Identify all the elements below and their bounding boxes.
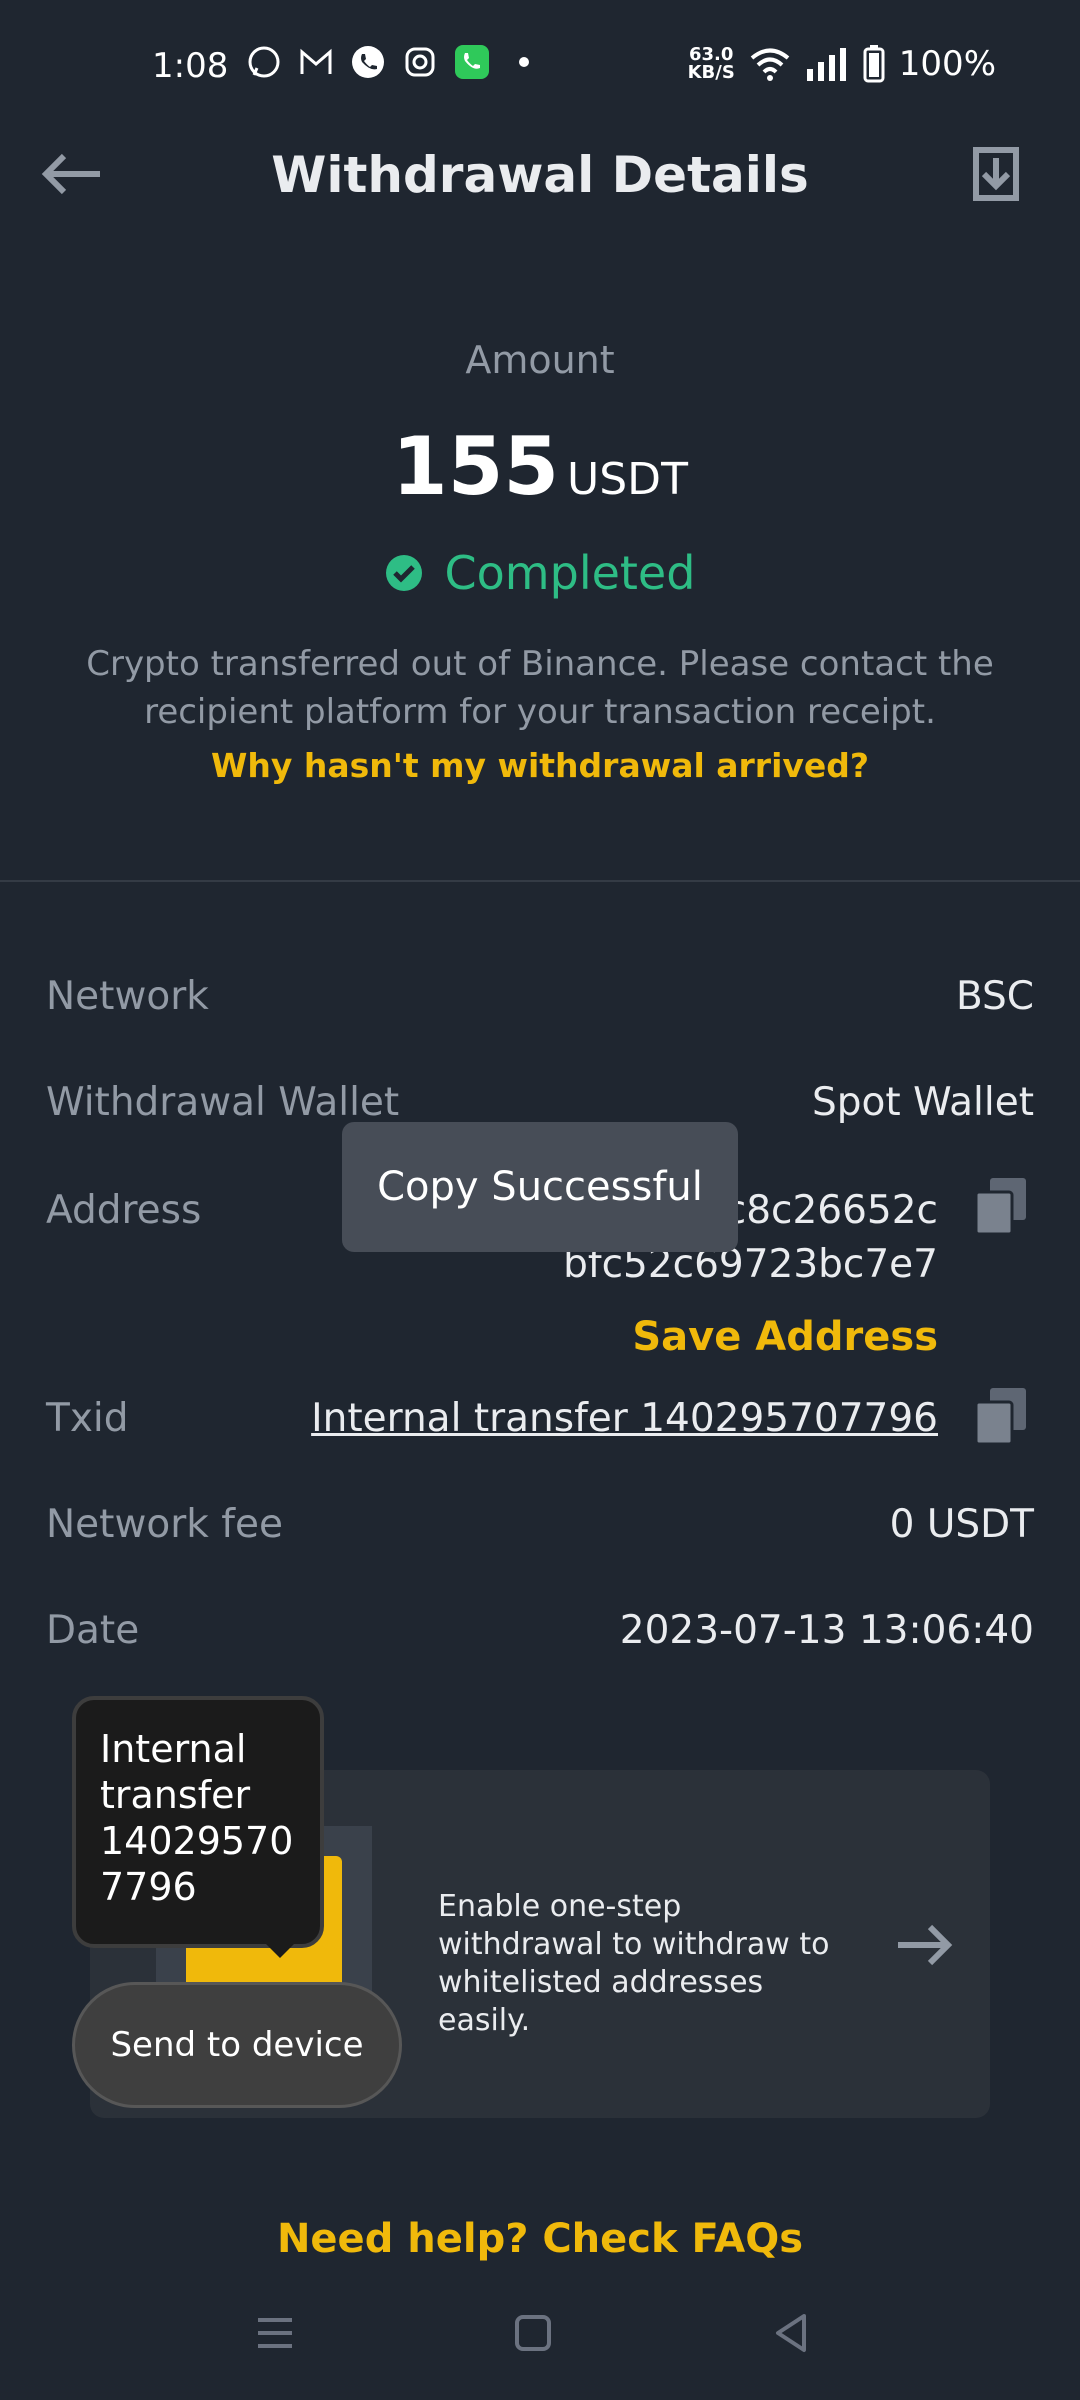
dot-icon <box>519 57 529 67</box>
amount-value: 155 <box>392 420 560 513</box>
network-value: BSC <box>955 974 1034 1019</box>
fee-label: Network fee <box>46 1502 283 1547</box>
fee-value: 0 USDT <box>889 1502 1034 1547</box>
page-title: Withdrawal Details <box>271 146 809 204</box>
address-line-1: c8c26652c <box>724 1188 938 1233</box>
txid-label: Txid <box>46 1396 129 1441</box>
wallet-label: Withdrawal Wallet <box>46 1080 400 1125</box>
popup-line: transfer <box>100 1773 251 1817</box>
copy-toast: Copy Successful <box>342 1122 738 1252</box>
back-nav-icon[interactable] <box>768 2310 814 2356</box>
whatsapp-icon <box>248 46 280 78</box>
wallet-value: Spot Wallet <box>812 1080 1034 1125</box>
arrow-right-icon[interactable] <box>894 1922 954 1968</box>
battery-icon <box>863 45 885 83</box>
status-notification-icons <box>246 44 542 80</box>
amount-display: 155 USDT <box>0 420 1080 513</box>
network-label: Network <box>46 974 209 1019</box>
status-system-icons: 63.0 KB/S 100% <box>688 44 996 84</box>
popup-line: 14029570 <box>100 1819 294 1863</box>
status-time: 1:08 <box>152 46 229 86</box>
net-unit: KB/S <box>687 62 735 83</box>
popup-line: 7796 <box>100 1865 197 1909</box>
address-label: Address <box>46 1188 202 1233</box>
wifi-icon <box>750 48 790 81</box>
popup-line: Internal <box>100 1727 247 1771</box>
send-to-device-button[interactable]: Send to device <box>72 1982 402 2108</box>
selected-text-popup: Internal transfer 14029570 7796 <box>72 1696 324 1948</box>
amount-unit: USDT <box>567 454 688 505</box>
home-icon[interactable] <box>510 2310 556 2356</box>
battery-percent: 100% <box>898 44 996 84</box>
divider <box>0 880 1080 882</box>
status-completed: Completed <box>444 546 696 600</box>
phone-call-icon <box>352 46 384 78</box>
copy-address-icon[interactable] <box>974 1176 1028 1236</box>
txid-value-link[interactable]: Internal transfer 140295707796 <box>311 1396 938 1441</box>
why-withdrawal-link[interactable]: Why hasn't my withdrawal arrived? <box>0 746 1080 785</box>
popup-tail <box>262 1940 298 1958</box>
instagram-icon <box>405 47 435 77</box>
copy-txid-icon[interactable] <box>974 1386 1028 1446</box>
status-description: Crypto transferred out of Binance. Pleas… <box>86 644 994 732</box>
signal-icon <box>806 48 846 81</box>
promo-text: Enable one-step withdrawal to withdraw t… <box>438 1889 830 2038</box>
download-icon[interactable] <box>970 144 1022 204</box>
faq-link[interactable]: Need help? Check FAQs <box>0 2216 1080 2262</box>
menu-icon[interactable] <box>252 2310 298 2356</box>
status-row: Completed <box>0 546 1080 600</box>
amount-label: Amount <box>465 338 615 382</box>
save-address-link[interactable]: Save Address <box>632 1314 938 1360</box>
gmail-icon <box>300 48 332 74</box>
date-value: 2023-07-13 13:06:40 <box>619 1608 1034 1653</box>
check-circle-icon <box>385 555 422 591</box>
green-phone-icon <box>455 45 489 79</box>
date-label: Date <box>46 1608 140 1653</box>
